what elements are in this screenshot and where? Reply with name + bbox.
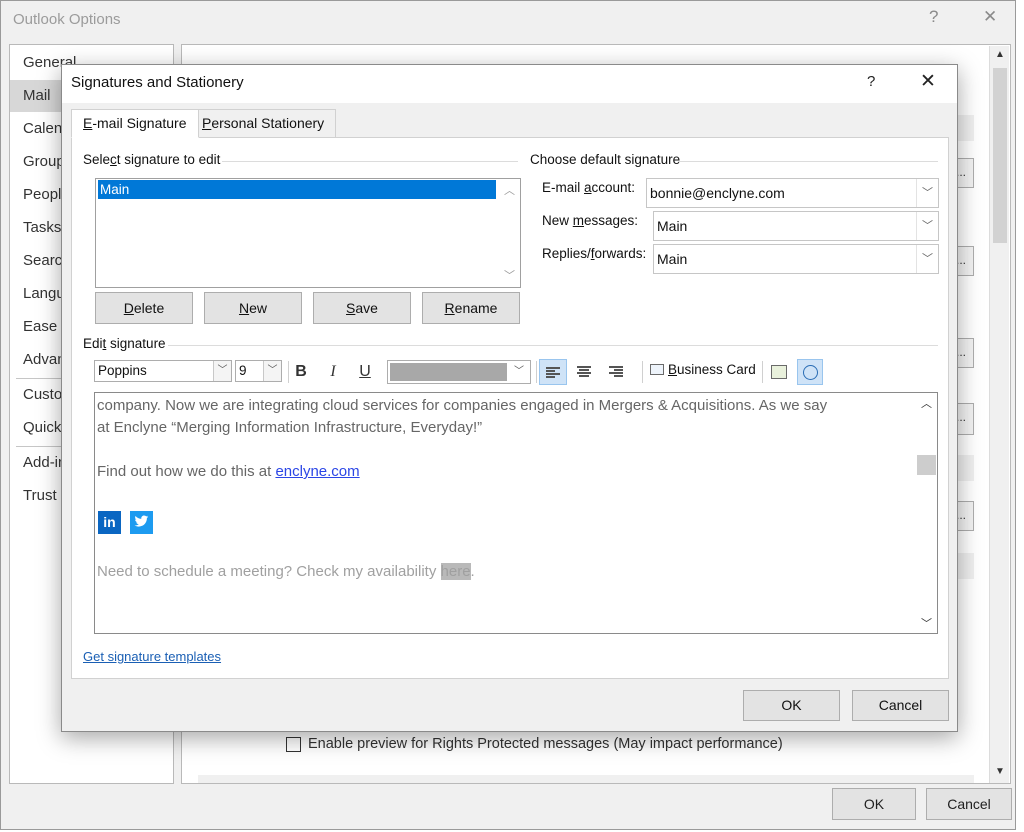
replies-forwards-value: Main bbox=[657, 251, 688, 267]
editor-scrollbar[interactable]: ︿ ﹀ bbox=[917, 393, 937, 633]
outer-close-button[interactable]: ✕ bbox=[983, 7, 997, 27]
editor-text-line: Find out how we do this at enclyne.com bbox=[97, 463, 360, 480]
chevron-down-icon[interactable]: ﹀ bbox=[263, 361, 281, 381]
scroll-down-icon[interactable]: ▼ bbox=[995, 766, 1005, 777]
chevron-down-icon[interactable]: ﹀ bbox=[213, 361, 231, 381]
font-value: Poppins bbox=[98, 363, 147, 378]
chevron-down-icon[interactable]: ﹀ bbox=[916, 212, 938, 240]
font-size-select[interactable]: 9 ﹀ bbox=[235, 360, 282, 382]
twitter-icon[interactable] bbox=[130, 511, 153, 534]
enclyne-link[interactable]: enclyne.com bbox=[275, 463, 359, 480]
font-size-value: 9 bbox=[239, 363, 247, 378]
signatures-dialog: Signatures and Stationery ? ✕ E-mail Sig… bbox=[61, 64, 958, 732]
select-signature-label: Select signature to edit bbox=[83, 152, 221, 167]
tab-personal-stationery[interactable]: Personal Stationery bbox=[190, 109, 337, 138]
group-divider bbox=[168, 345, 938, 346]
edit-signature-label: Edit signature bbox=[83, 336, 166, 351]
align-right-button[interactable] bbox=[602, 359, 630, 385]
scroll-up-icon[interactable]: ▲ bbox=[995, 49, 1005, 60]
signature-list-scrollbar[interactable]: ︿ ﹀ bbox=[500, 179, 520, 287]
replies-forwards-select[interactable]: Main ﹀ bbox=[653, 244, 939, 274]
chevron-down-icon[interactable]: ﹀ bbox=[916, 179, 938, 207]
new-button[interactable]: New bbox=[204, 292, 302, 324]
tab-accel: E bbox=[83, 115, 93, 131]
new-messages-label: New messages: bbox=[542, 213, 639, 228]
toolbar-divider bbox=[642, 361, 643, 383]
bold-button[interactable]: B bbox=[288, 359, 314, 385]
get-signature-templates-link[interactable]: Get signature templates bbox=[83, 649, 221, 664]
dialog-cancel-button[interactable]: Cancel bbox=[852, 690, 949, 721]
align-left-icon bbox=[546, 367, 560, 378]
availability-link[interactable]: here bbox=[440, 563, 471, 580]
hyperlink-globe-icon bbox=[802, 365, 818, 381]
nav-item-mail[interactable]: Mail bbox=[23, 87, 51, 104]
replies-forwards-label: Replies/forwards: bbox=[542, 246, 647, 261]
dialog-title: Signatures and Stationery bbox=[71, 74, 244, 91]
editor-scroll-thumb[interactable] bbox=[917, 455, 936, 475]
underline-button[interactable]: U bbox=[352, 359, 378, 385]
email-account-value: bonnie@enclyne.com bbox=[650, 185, 785, 201]
email-account-select[interactable]: bonnie@enclyne.com ﹀ bbox=[646, 178, 939, 208]
linkedin-icon[interactable]: in bbox=[98, 511, 121, 534]
dialog-help-button[interactable]: ? bbox=[867, 73, 875, 90]
outer-ok-button[interactable]: OK bbox=[832, 788, 916, 820]
business-card-icon bbox=[650, 364, 664, 375]
signature-editor[interactable]: company. Now we are integrating cloud se… bbox=[94, 392, 938, 634]
editor-text-line: company. Now we are integrating cloud se… bbox=[97, 397, 828, 414]
email-account-label: E-mail account: bbox=[542, 180, 636, 195]
italic-button[interactable]: I bbox=[320, 359, 346, 385]
rights-protected-preview-label: Enable preview for Rights Protected mess… bbox=[308, 736, 783, 752]
new-messages-select[interactable]: Main ﹀ bbox=[653, 211, 939, 241]
tab-accel: P bbox=[202, 115, 212, 131]
tab-label: -mail Signature bbox=[92, 115, 187, 131]
dialog-close-button[interactable]: ✕ bbox=[920, 70, 936, 93]
new-messages-value: Main bbox=[657, 218, 688, 234]
chevron-up-icon[interactable]: ︿ bbox=[504, 182, 515, 198]
dialog-ok-button[interactable]: OK bbox=[743, 690, 840, 721]
outer-cancel-button[interactable]: Cancel bbox=[926, 788, 1012, 820]
toolbar-divider bbox=[536, 361, 537, 383]
editor-text-line: at Enclyne “Merging Information Infrastr… bbox=[97, 419, 483, 436]
chevron-up-icon[interactable]: ︿ bbox=[921, 395, 932, 411]
rename-button[interactable]: Rename bbox=[422, 292, 520, 324]
group-divider bbox=[222, 161, 518, 162]
insert-hyperlink-button[interactable] bbox=[797, 359, 823, 385]
insert-picture-button[interactable] bbox=[766, 359, 792, 385]
chevron-down-icon[interactable]: ﹀ bbox=[921, 615, 932, 631]
font-color-swatch bbox=[390, 363, 507, 381]
chevron-down-icon[interactable]: ﹀ bbox=[504, 267, 515, 283]
align-left-button[interactable] bbox=[539, 359, 567, 385]
align-center-button[interactable] bbox=[570, 359, 598, 385]
outer-scrollbar[interactable]: ▲ ▼ bbox=[989, 46, 1009, 783]
font-select[interactable]: Poppins ﹀ bbox=[94, 360, 232, 382]
delete-button[interactable]: Delete bbox=[95, 292, 193, 324]
outer-help-button[interactable]: ? bbox=[929, 7, 938, 27]
section-header-band bbox=[198, 775, 974, 783]
choose-default-label: Choose default signature bbox=[530, 152, 681, 167]
align-right-icon bbox=[609, 366, 623, 377]
signature-list[interactable]: Main ︿ ﹀ bbox=[95, 178, 521, 288]
outlook-options-title: Outlook Options bbox=[13, 11, 121, 28]
editor-text-line: Need to schedule a meeting? Check my ava… bbox=[97, 563, 475, 580]
tab-email-signature[interactable]: E-mail Signature bbox=[71, 109, 199, 138]
insert-picture-icon bbox=[771, 364, 787, 379]
rights-protected-preview-checkbox[interactable] bbox=[286, 737, 301, 752]
dialog-titlebar: Signatures and Stationery ? ✕ bbox=[62, 65, 957, 103]
font-color-select[interactable]: ﹀ bbox=[387, 360, 531, 384]
signature-list-item[interactable]: Main bbox=[98, 180, 496, 199]
toolbar-divider bbox=[762, 361, 763, 383]
tab-label: ersonal Stationery bbox=[211, 115, 325, 131]
group-divider bbox=[678, 161, 938, 162]
business-card-button[interactable]: Business Card bbox=[650, 362, 756, 377]
chevron-down-icon[interactable]: ﹀ bbox=[916, 245, 938, 273]
save-button[interactable]: Save bbox=[313, 292, 411, 324]
outer-scroll-thumb[interactable] bbox=[993, 68, 1007, 243]
chevron-down-icon[interactable]: ﹀ bbox=[508, 361, 530, 383]
align-center-icon bbox=[577, 366, 591, 377]
nav-item-tasks[interactable]: Tasks bbox=[23, 219, 61, 236]
